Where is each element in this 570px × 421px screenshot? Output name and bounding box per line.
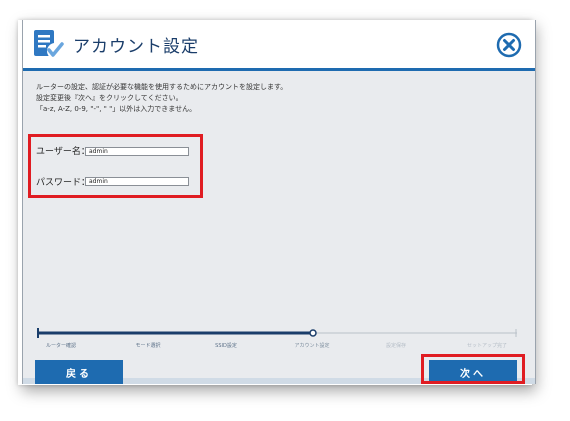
instructions: ルーターの設定、認証が必要な機能を使用するためにアカウントを設定します。 設定変…: [36, 82, 516, 115]
close-circle-icon[interactable]: [496, 32, 522, 58]
instruction-line: 「a-z, A-Z, 0-9, "-", " "」以外は入力できません。: [36, 105, 197, 113]
step-label: 設定保存: [385, 343, 407, 349]
instruction-line: ルーターの設定、認証が必要な機能を使用するためにアカウントを設定します。: [36, 83, 288, 91]
step-progress-bar: [37, 328, 517, 338]
setup-dialog: アカウント設定 ルーターの設定、認証が必要な機能を使用するためにアカウントを設定…: [22, 20, 536, 384]
instruction-line: 設定変更後『次へ』をクリックしてください。: [36, 94, 183, 102]
dialog-title: アカウント設定: [73, 37, 199, 57]
dialog-header: アカウント設定: [23, 20, 535, 71]
back-button[interactable]: 戻る: [35, 360, 123, 384]
highlight-box-next: [421, 354, 525, 384]
password-input[interactable]: [85, 177, 189, 186]
username-input[interactable]: [85, 147, 189, 156]
step-label: モード選択: [135, 343, 161, 349]
password-label: パスワード：: [36, 178, 91, 188]
username-label: ユーザー名：: [36, 147, 90, 157]
step-label: ルーター確認: [45, 343, 77, 349]
step-label: セットアップ完了: [466, 343, 508, 349]
step-label-current: アカウント設定: [294, 343, 330, 349]
checklist-icon: [34, 30, 64, 59]
step-label: SSID設定: [215, 343, 237, 349]
